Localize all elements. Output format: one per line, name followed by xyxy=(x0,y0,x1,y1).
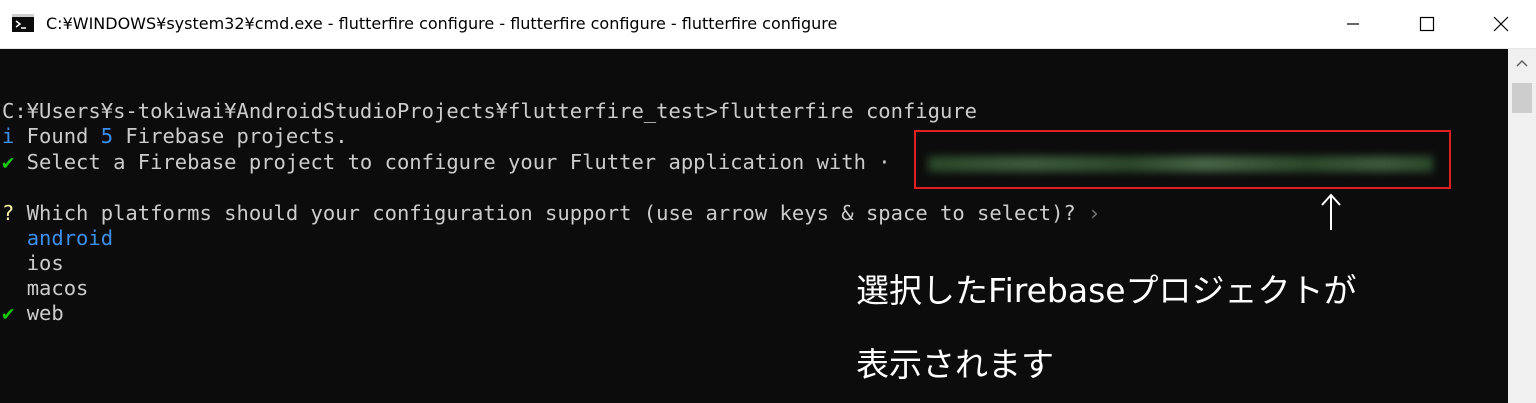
check-icon: ✔ xyxy=(2,301,15,325)
chevron-right-icon: › xyxy=(1075,201,1101,225)
close-icon xyxy=(1493,16,1509,32)
up-arrow-icon xyxy=(1316,192,1346,232)
question-line: ? Which platforms should your configurat… xyxy=(2,201,1101,225)
check-icon: ✔ xyxy=(2,150,15,174)
cmd-icon xyxy=(12,14,34,32)
select-line: ✔ Select a Firebase project to configure… xyxy=(2,150,891,174)
terminal-output[interactable]: C:¥Users¥s-tokiwai¥AndroidStudioProjects… xyxy=(0,49,1508,403)
vertical-scrollbar[interactable] xyxy=(1508,49,1536,403)
prompt-line: C:¥Users¥s-tokiwai¥AndroidStudioProjects… xyxy=(2,99,978,123)
maximize-button[interactable] xyxy=(1392,0,1462,48)
found-line: i Found 5 Firebase projects. xyxy=(2,124,348,148)
platform-option-ios[interactable]: ios xyxy=(2,250,64,276)
minimize-button[interactable] xyxy=(1318,0,1388,48)
question-marker: ? xyxy=(2,201,15,225)
cmd-window: C:¥WINDOWS¥system32¥cmd.exe - flutterfir… xyxy=(0,0,1536,403)
close-button[interactable] xyxy=(1466,0,1536,48)
window-title: C:¥WINDOWS¥system32¥cmd.exe - flutterfir… xyxy=(46,14,838,33)
highlight-box xyxy=(914,130,1451,189)
platform-option-android[interactable]: android xyxy=(2,225,113,251)
platform-option-macos[interactable]: macos xyxy=(2,275,89,301)
title-bar[interactable]: C:¥WINDOWS¥system32¥cmd.exe - flutterfir… xyxy=(0,0,1536,49)
annotation-line2: 表示されます xyxy=(856,345,1054,384)
annotation-line1: 選択したFirebaseプロジェクトが xyxy=(856,271,1357,310)
minimize-icon xyxy=(1347,23,1359,25)
maximize-icon xyxy=(1419,16,1435,32)
scroll-thumb[interactable] xyxy=(1512,83,1532,113)
project-count: 5 xyxy=(100,124,114,148)
info-marker: i xyxy=(2,124,15,148)
scroll-up-button[interactable] xyxy=(1508,49,1536,77)
platform-option-web[interactable]: ✔ web xyxy=(2,300,64,326)
chevron-up-icon xyxy=(1516,59,1528,67)
